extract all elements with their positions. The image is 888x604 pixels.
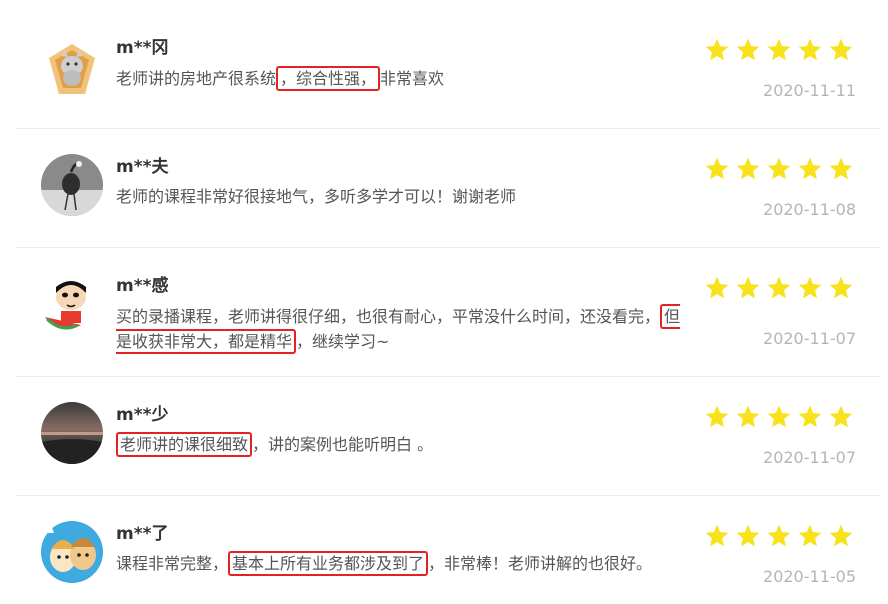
star-icon	[798, 276, 822, 299]
star-icon	[798, 157, 822, 180]
star-icon	[829, 524, 853, 547]
review-date: 2020-11-05	[763, 567, 856, 586]
review-comment: 老师讲的课很细致 ，讲的案例也能听明白 。	[116, 432, 686, 457]
star-icon	[767, 405, 791, 428]
review-comment: 老师的课程非常好很接地气，多听多学才可以！谢谢老师	[116, 185, 686, 209]
star-icon	[767, 157, 791, 180]
review-comment: 买的录播课程，老师讲得很仔细，也很有耐心，平常没什么时间，还没看完， 但是收获非常…	[116, 304, 686, 354]
review-item: m**冈 老师讲的房地产很系统 ，综合性强， 非常喜欢 2020-11-11	[16, 0, 880, 129]
highlighted-text: 老师讲的课很细致	[116, 432, 253, 457]
review-comment: 老师讲的房地产很系统 ，综合性强， 非常喜欢	[116, 66, 686, 91]
star-icon	[705, 157, 729, 180]
star-icon	[736, 157, 760, 180]
comment-text: ，非常棒！老师讲解的也很好。	[428, 554, 653, 573]
avatar[interactable]	[41, 154, 103, 216]
star-rating	[704, 404, 854, 430]
review-date: 2020-11-11	[763, 81, 856, 100]
star-icon	[767, 276, 791, 299]
star-icon	[829, 405, 853, 428]
highlighted-text: ，综合性强，	[276, 66, 381, 91]
review-item: m**感 买的录播课程，老师讲得很仔细，也很有耐心，平常没什么时间，还没看完，但…	[16, 248, 880, 377]
star-rating	[704, 37, 854, 63]
star-icon	[829, 157, 853, 180]
star-rating	[704, 156, 854, 182]
review-username: m**感	[116, 276, 169, 296]
star-icon	[798, 38, 822, 61]
review-item: m**少 老师讲的课很细致 ，讲的案例也能听明白 。 2020-11-07	[16, 377, 880, 496]
review-date: 2020-11-08	[763, 200, 856, 219]
star-icon	[736, 276, 760, 299]
comment-text: 老师的课程非常好很接地气，多听多学才可以！谢谢老师	[116, 187, 517, 206]
star-icon	[705, 38, 729, 61]
review-username: m**夫	[116, 157, 169, 177]
review-comment: 课程非常完整， 基本上所有业务都涉及到了 ，非常棒！老师讲解的也很好。	[116, 551, 686, 576]
comment-text: 买的录播课程，老师讲得很仔细，也很有耐心，平常没什么时间，还没看完，	[116, 307, 661, 326]
star-icon	[829, 38, 853, 61]
avatar[interactable]	[41, 402, 103, 464]
review-date: 2020-11-07	[763, 448, 856, 467]
review-item: m**夫 老师的课程非常好很接地气，多听多学才可以！谢谢老师 2020-11-0…	[16, 129, 880, 248]
avatar[interactable]	[41, 521, 103, 583]
star-icon	[798, 524, 822, 547]
review-username: m**冈	[116, 38, 169, 58]
review-item: m**了 课程非常完整， 基本上所有业务都涉及到了 ，非常棒！老师讲解的也很好。 2…	[16, 496, 880, 604]
star-icon	[736, 38, 760, 61]
review-username: m**了	[116, 524, 169, 544]
star-icon	[798, 405, 822, 428]
review-date: 2020-11-07	[763, 329, 856, 348]
comment-text: ，讲的案例也能听明白 。	[252, 435, 434, 454]
star-icon	[736, 405, 760, 428]
comment-text: 老师讲的房地产很系统	[116, 69, 277, 88]
star-icon	[829, 276, 853, 299]
highlighted-text: 基本上所有业务都涉及到了	[228, 551, 429, 576]
star-rating	[704, 275, 854, 301]
star-icon	[705, 276, 729, 299]
comment-text: 非常喜欢	[380, 69, 445, 88]
star-icon	[705, 405, 729, 428]
comment-text: 课程非常完整，	[116, 554, 229, 573]
review-username: m**少	[116, 405, 169, 425]
star-rating	[704, 523, 854, 549]
star-icon	[705, 524, 729, 547]
star-icon	[767, 524, 791, 547]
avatar[interactable]	[41, 36, 103, 98]
avatar[interactable]	[41, 273, 103, 335]
comment-text: ，继续学习~	[296, 332, 390, 351]
star-icon	[736, 524, 760, 547]
star-icon	[767, 38, 791, 61]
